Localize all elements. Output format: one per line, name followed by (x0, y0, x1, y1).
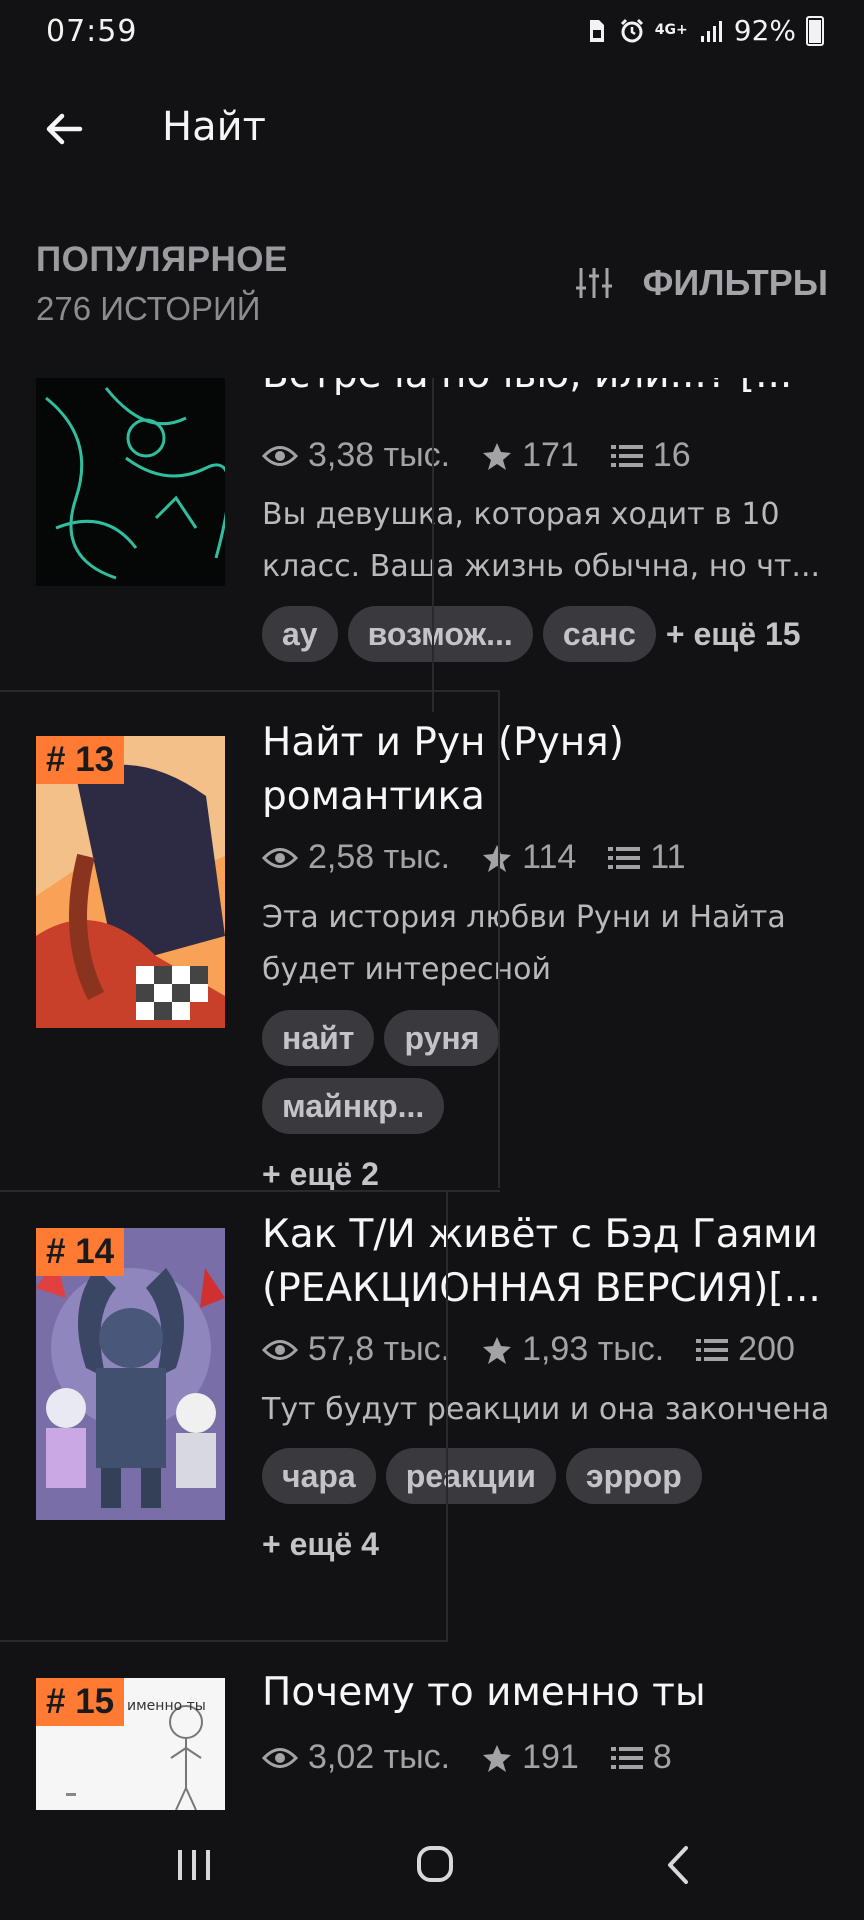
views-count: 3,38 тыс. (308, 436, 451, 474)
divider (498, 692, 500, 1188)
story-cover[interactable]: о именно ты # 15 (36, 1678, 225, 1810)
story-title[interactable]: Найт и Рун (Руня) романтика (262, 716, 834, 824)
filters-label: ФИЛЬТРЫ (642, 262, 828, 303)
section-title: ПОПУЛЯРНОЕ (36, 240, 288, 279)
story-title[interactable]: Почему то именно ты (262, 1666, 834, 1720)
list-icon (696, 1338, 729, 1361)
eye-icon (262, 445, 298, 466)
story-stats: 2,58 тыс. 114 11 (262, 838, 686, 877)
story-cover[interactable]: # 13 (36, 736, 225, 1028)
tag-chip[interactable]: чара (262, 1448, 376, 1504)
network-type: 4G+ (654, 22, 688, 38)
story-tags: найт руня майнкр... + ещё 2 (262, 1010, 564, 1202)
tag-chip[interactable]: майнкр... (262, 1078, 445, 1134)
status-time: 07:59 (46, 14, 138, 49)
views-count: 2,58 тыс. (308, 838, 451, 876)
sliders-icon (575, 268, 612, 298)
rank-badge: # 13 (36, 736, 125, 784)
story-list[interactable]: Встреча ночью, или...? [... 3,38 тыс. 17… (0, 378, 864, 1810)
section-header: ПОПУЛЯРНОЕ 276 ИСТОРИЙ (36, 240, 288, 328)
divider (432, 378, 434, 712)
story-card[interactable]: # 14 Как Т/И живёт с Бэд Гаями (РЕАКЦИОН… (0, 1192, 864, 1642)
story-card[interactable]: # 13 Найт и Рун (Руня) романтика 2,58 ты… (0, 692, 864, 1192)
stars-count: 1,93 тыс. (522, 1330, 665, 1368)
alarm-icon (620, 18, 643, 42)
stars-count: 191 (522, 1738, 579, 1776)
divider (446, 1192, 448, 1642)
tag-chip[interactable]: руня (384, 1010, 500, 1066)
story-description: Тут будут реакции и она закончена (262, 1392, 830, 1427)
story-title[interactable]: Как Т/И живёт с Бэд Гаями (РЕАКЦИОННАЯ В… (262, 1208, 834, 1316)
rank-badge: # 14 (36, 1228, 125, 1276)
story-tags: ау возмож... санс + ещё 15 (262, 606, 844, 662)
cover-text: о именно ты (114, 1698, 206, 1714)
parts-count: 11 (650, 838, 686, 876)
status-bar: 07:59 4G+ 92% (0, 0, 864, 64)
parts-count: 16 (652, 436, 691, 474)
story-stats: 57,8 тыс. 1,93 тыс. 200 (262, 1330, 795, 1369)
tag-chip[interactable]: найт (262, 1010, 375, 1066)
tag-chip[interactable]: реакции (385, 1448, 556, 1504)
parts-count: 200 (738, 1330, 795, 1368)
parts-count: 8 (652, 1738, 672, 1776)
story-cover[interactable]: # 14 (36, 1228, 225, 1520)
rank-badge: # 15 (36, 1678, 125, 1726)
tag-chip[interactable]: эррор (565, 1448, 702, 1504)
story-card[interactable]: о именно ты # 15 Почему то именно ты 3,0… (0, 1642, 864, 1810)
signal-icon (700, 20, 722, 42)
more-tags[interactable]: + ещё 15 (666, 606, 801, 662)
views-count: 3,02 тыс. (308, 1738, 451, 1776)
eye-icon (262, 847, 298, 868)
sim-icon (589, 19, 604, 42)
story-tags: чара реакции эррор + ещё 4 (262, 1448, 724, 1572)
list-icon (610, 1746, 643, 1769)
story-cover[interactable] (36, 378, 225, 586)
story-stats: 3,38 тыс. 171 16 (262, 436, 691, 475)
stars-count: 171 (522, 436, 579, 474)
arrow-left-icon[interactable] (40, 104, 90, 154)
star-icon (483, 442, 512, 470)
list-icon (610, 444, 643, 467)
views-count: 57,8 тыс. (308, 1330, 451, 1368)
star-icon (483, 1336, 512, 1364)
recents-icon[interactable] (164, 1840, 224, 1890)
eye-icon (262, 1747, 298, 1768)
more-tags[interactable]: + ещё 4 (262, 1516, 379, 1572)
story-description: Вы девушка, которая ходит в 10 класс. Ва… (262, 497, 821, 584)
story-stats: 3,02 тыс. 191 8 (262, 1738, 672, 1777)
page-title: Найт (162, 104, 266, 150)
stars-count: 114 (522, 838, 577, 876)
tag-chip[interactable]: санс (542, 606, 656, 662)
battery-icon (806, 15, 824, 46)
nav-back-icon[interactable] (648, 1840, 708, 1890)
list-icon (608, 846, 641, 869)
system-nav-bar (0, 1810, 864, 1920)
home-icon[interactable] (405, 1840, 465, 1890)
filters-button[interactable]: ФИЛЬТРЫ (575, 262, 828, 304)
tag-chip[interactable]: ау (262, 606, 338, 662)
story-title[interactable]: Встреча ночью, или...? [... (262, 378, 834, 402)
stories-count: 276 ИСТОРИЙ (36, 290, 261, 327)
tag-chip[interactable]: возмож... (347, 606, 533, 662)
status-icons: 4G+ 92% (583, 14, 824, 47)
eye-icon (262, 1339, 298, 1360)
star-icon (483, 1744, 512, 1772)
battery-percent: 92% (733, 14, 796, 47)
app-bar: Найт (0, 84, 864, 174)
story-description: Эта история любви Руни и Найта будет инт… (262, 900, 786, 987)
